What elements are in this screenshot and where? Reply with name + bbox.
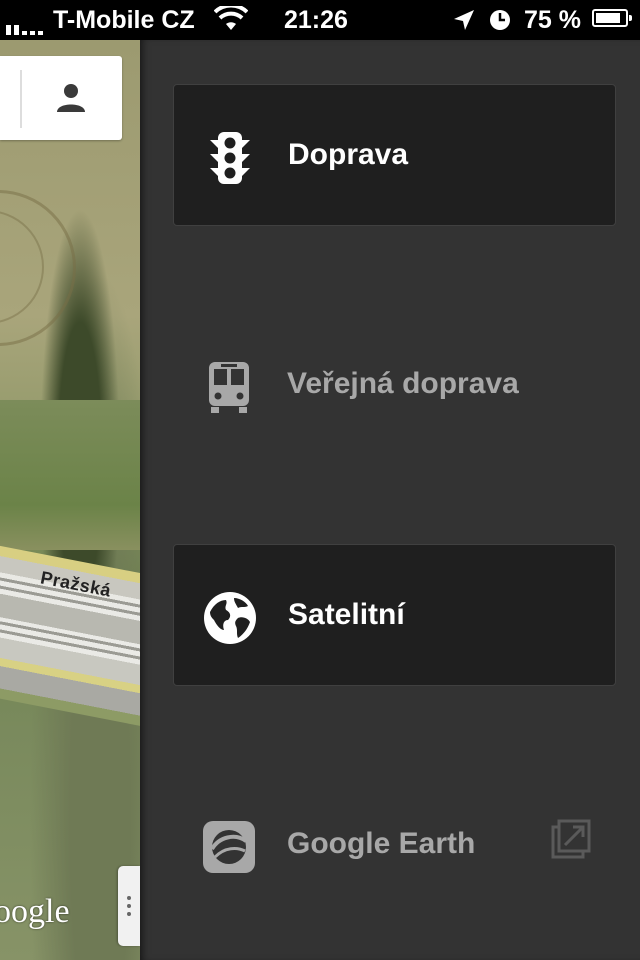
location-arrow-icon — [452, 8, 476, 39]
layer-google-earth[interactable]: Google Earth — [173, 774, 616, 916]
layer-traffic[interactable]: Doprava — [173, 84, 616, 226]
carrier: T-Mobile CZ — [6, 6, 195, 35]
divider — [20, 70, 22, 128]
google-earth-icon — [201, 819, 257, 875]
traffic-light-icon — [202, 130, 258, 186]
alarm-clock-icon — [488, 8, 512, 39]
globe-icon — [202, 590, 258, 646]
google-logo: oogle — [0, 893, 70, 930]
wifi-icon — [213, 3, 249, 39]
map-view[interactable]: Pražská — [0, 40, 140, 960]
train-icon — [201, 359, 257, 415]
map-road — [0, 540, 140, 728]
battery-icon — [592, 9, 632, 27]
map-terrain — [0, 400, 140, 550]
layer-google-earth-label: Google Earth — [287, 827, 476, 860]
person-icon — [55, 82, 87, 119]
drag-handle[interactable] — [118, 866, 140, 946]
battery-percent: 75 % — [524, 6, 581, 34]
layer-satellite-label: Satelitní — [288, 598, 405, 631]
status-bar: T-Mobile CZ 21:26 75 % — [0, 0, 640, 40]
layer-satellite[interactable]: Satelitní — [173, 544, 616, 686]
layer-transit-label: Veřejná doprava — [287, 367, 519, 400]
layers-panel: Doprava Veřejná doprava Satelitní Google… — [140, 40, 640, 960]
account-button[interactable] — [0, 56, 122, 140]
carrier-name: T-Mobile CZ — [53, 6, 195, 34]
signal-strength-icon — [6, 11, 43, 35]
layer-transit[interactable]: Veřejná doprava — [173, 314, 616, 456]
layer-traffic-label: Doprava — [288, 138, 409, 171]
clock-time: 21:26 — [284, 6, 348, 34]
external-link-icon — [551, 819, 591, 864]
